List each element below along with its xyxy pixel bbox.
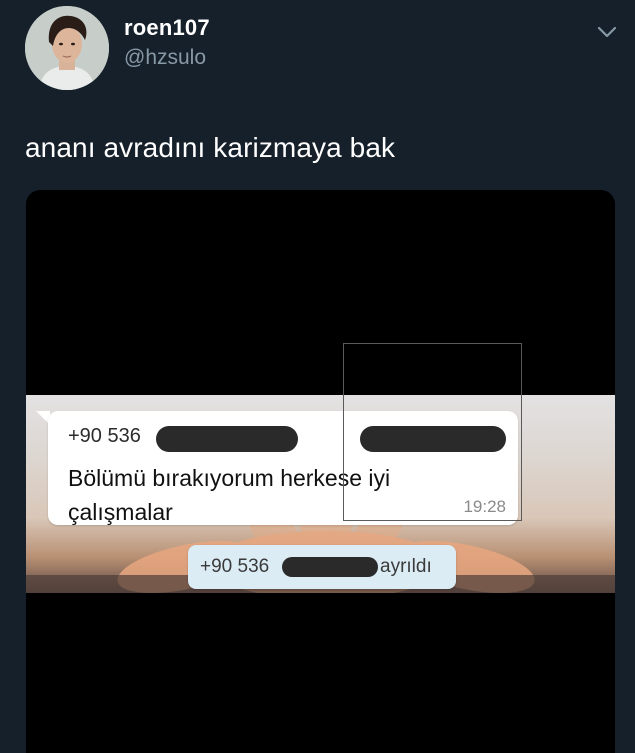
chat-screenshot: +90 536 Bölümü bırakıyorum herkese iyi ç… — [26, 395, 615, 593]
tweet-card: roen107 @hzsulo ananı avradını karizmaya… — [0, 0, 635, 753]
tweet-media[interactable]: +90 536 Bölümü bırakıyorum herkese iyi ç… — [26, 190, 615, 753]
tweet-text: ananı avradını karizmaya bak — [25, 132, 396, 163]
user-handle[interactable]: @hzsulo — [124, 46, 206, 70]
system-notice-number: +90 536 — [200, 556, 270, 577]
overlay-frame — [343, 343, 522, 521]
avatar[interactable] — [25, 6, 109, 90]
system-notice: +90 536 ayrıldı — [188, 545, 456, 589]
redaction-bar — [156, 426, 298, 452]
sender-number: +90 536 — [68, 425, 141, 447]
chevron-down-icon[interactable] — [596, 24, 618, 40]
display-name[interactable]: roen107 — [124, 15, 210, 41]
system-notice-text: ayrıldı — [380, 556, 432, 577]
redaction-bar — [282, 557, 378, 577]
avatar-photo — [25, 6, 109, 90]
